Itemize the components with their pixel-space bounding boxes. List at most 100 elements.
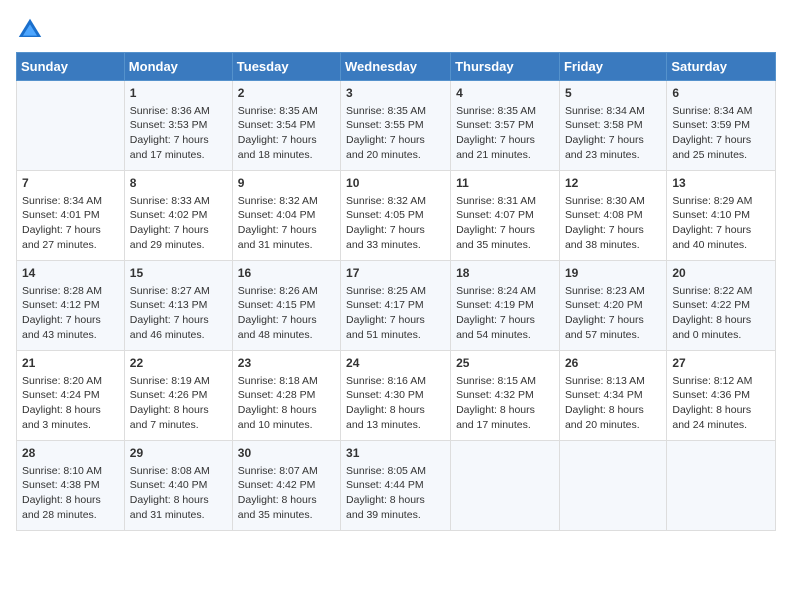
day-number: 8 <box>130 175 227 192</box>
day-number: 7 <box>22 175 119 192</box>
calendar-cell: 11 Sunrise: 8:31 AMSunset: 4:07 PMDayligh… <box>451 171 560 261</box>
page-header <box>16 16 776 44</box>
calendar-cell: 12 Sunrise: 8:30 AMSunset: 4:08 PMDayligh… <box>559 171 666 261</box>
day-info: Sunrise: 8:08 AMSunset: 4:40 PMDaylight:… <box>130 464 227 523</box>
header-cell-monday: Monday <box>124 53 232 81</box>
day-number: 26 <box>565 355 661 372</box>
day-info: Sunrise: 8:23 AMSunset: 4:20 PMDaylight:… <box>565 284 661 343</box>
calendar-cell: 14 Sunrise: 8:28 AMSunset: 4:12 PMDayligh… <box>17 261 125 351</box>
day-info: Sunrise: 8:30 AMSunset: 4:08 PMDaylight:… <box>565 194 661 253</box>
day-number: 19 <box>565 265 661 282</box>
day-number: 1 <box>130 85 227 102</box>
calendar-cell: 26 Sunrise: 8:13 AMSunset: 4:34 PMDayligh… <box>559 351 666 441</box>
day-info: Sunrise: 8:29 AMSunset: 4:10 PMDaylight:… <box>672 194 770 253</box>
calendar-cell: 30 Sunrise: 8:07 AMSunset: 4:42 PMDayligh… <box>232 441 340 531</box>
day-number: 20 <box>672 265 770 282</box>
calendar-cell: 9Sunrise: 8:32 AMSunset: 4:04 PMDaylight… <box>232 171 340 261</box>
day-number: 22 <box>130 355 227 372</box>
calendar-cell: 24 Sunrise: 8:16 AMSunset: 4:30 PMDayligh… <box>341 351 451 441</box>
day-number: 25 <box>456 355 554 372</box>
calendar-cell <box>17 81 125 171</box>
calendar-cell: 21 Sunrise: 8:20 AMSunset: 4:24 PMDayligh… <box>17 351 125 441</box>
day-number: 24 <box>346 355 445 372</box>
day-info: Sunrise: 8:34 AMSunset: 4:01 PMDaylight:… <box>22 194 119 253</box>
calendar-cell: 31Sunrise: 8:05 AMSunset: 4:44 PMDayligh… <box>341 441 451 531</box>
calendar-cell: 28 Sunrise: 8:10 AMSunset: 4:38 PMDayligh… <box>17 441 125 531</box>
week-row-0: 1Sunrise: 8:36 AMSunset: 3:53 PMDaylight… <box>17 81 776 171</box>
day-number: 5 <box>565 85 661 102</box>
calendar-cell: 15Sunrise: 8:27 AMSunset: 4:13 PMDayligh… <box>124 261 232 351</box>
day-info: Sunrise: 8:25 AMSunset: 4:17 PMDaylight:… <box>346 284 445 343</box>
day-number: 30 <box>238 445 335 462</box>
calendar-cell: 19 Sunrise: 8:23 AMSunset: 4:20 PMDayligh… <box>559 261 666 351</box>
day-number: 14 <box>22 265 119 282</box>
day-number: 2 <box>238 85 335 102</box>
calendar-cell: 4 Sunrise: 8:35 AMSunset: 3:57 PMDaylight… <box>451 81 560 171</box>
header-cell-sunday: Sunday <box>17 53 125 81</box>
day-info: Sunrise: 8:07 AMSunset: 4:42 PMDaylight:… <box>238 464 335 523</box>
day-number: 12 <box>565 175 661 192</box>
calendar-cell: 3 Sunrise: 8:35 AMSunset: 3:55 PMDaylight… <box>341 81 451 171</box>
day-number: 17 <box>346 265 445 282</box>
week-row-1: 7 Sunrise: 8:34 AMSunset: 4:01 PMDaylight… <box>17 171 776 261</box>
header-cell-tuesday: Tuesday <box>232 53 340 81</box>
day-info: Sunrise: 8:19 AMSunset: 4:26 PMDaylight:… <box>130 374 227 433</box>
calendar-cell: 17 Sunrise: 8:25 AMSunset: 4:17 PMDayligh… <box>341 261 451 351</box>
day-number: 4 <box>456 85 554 102</box>
day-number: 16 <box>238 265 335 282</box>
week-row-3: 21 Sunrise: 8:20 AMSunset: 4:24 PMDayligh… <box>17 351 776 441</box>
calendar-cell: 7 Sunrise: 8:34 AMSunset: 4:01 PMDaylight… <box>17 171 125 261</box>
day-info: Sunrise: 8:34 AMSunset: 3:59 PMDaylight:… <box>672 104 770 163</box>
calendar-cell <box>667 441 776 531</box>
day-number: 23 <box>238 355 335 372</box>
day-number: 15 <box>130 265 227 282</box>
day-info: Sunrise: 8:10 AMSunset: 4:38 PMDaylight:… <box>22 464 119 523</box>
calendar-cell: 29 Sunrise: 8:08 AMSunset: 4:40 PMDayligh… <box>124 441 232 531</box>
day-number: 3 <box>346 85 445 102</box>
day-info: Sunrise: 8:28 AMSunset: 4:12 PMDaylight:… <box>22 284 119 343</box>
header-row: SundayMondayTuesdayWednesdayThursdayFrid… <box>17 53 776 81</box>
calendar-cell: 8 Sunrise: 8:33 AMSunset: 4:02 PMDaylight… <box>124 171 232 261</box>
day-info: Sunrise: 8:24 AMSunset: 4:19 PMDaylight:… <box>456 284 554 343</box>
calendar-cell: 16 Sunrise: 8:26 AMSunset: 4:15 PMDayligh… <box>232 261 340 351</box>
day-info: Sunrise: 8:13 AMSunset: 4:34 PMDaylight:… <box>565 374 661 433</box>
logo-icon <box>16 16 44 44</box>
day-info: Sunrise: 8:15 AMSunset: 4:32 PMDaylight:… <box>456 374 554 433</box>
calendar-cell: 27 Sunrise: 8:12 AMSunset: 4:36 PMDayligh… <box>667 351 776 441</box>
day-info: Sunrise: 8:35 AMSunset: 3:55 PMDaylight:… <box>346 104 445 163</box>
day-number: 9 <box>238 175 335 192</box>
day-number: 6 <box>672 85 770 102</box>
logo <box>16 16 48 44</box>
day-info: Sunrise: 8:26 AMSunset: 4:15 PMDaylight:… <box>238 284 335 343</box>
day-info: Sunrise: 8:35 AMSunset: 3:57 PMDaylight:… <box>456 104 554 163</box>
day-number: 10 <box>346 175 445 192</box>
calendar-cell: 5 Sunrise: 8:34 AMSunset: 3:58 PMDaylight… <box>559 81 666 171</box>
week-row-4: 28 Sunrise: 8:10 AMSunset: 4:38 PMDayligh… <box>17 441 776 531</box>
day-number: 28 <box>22 445 119 462</box>
day-number: 27 <box>672 355 770 372</box>
day-info: Sunrise: 8:34 AMSunset: 3:58 PMDaylight:… <box>565 104 661 163</box>
day-info: Sunrise: 8:18 AMSunset: 4:28 PMDaylight:… <box>238 374 335 433</box>
calendar-cell: 13Sunrise: 8:29 AMSunset: 4:10 PMDayligh… <box>667 171 776 261</box>
calendar-cell: 25 Sunrise: 8:15 AMSunset: 4:32 PMDayligh… <box>451 351 560 441</box>
week-row-2: 14 Sunrise: 8:28 AMSunset: 4:12 PMDayligh… <box>17 261 776 351</box>
calendar-cell: 22 Sunrise: 8:19 AMSunset: 4:26 PMDayligh… <box>124 351 232 441</box>
calendar-table: SundayMondayTuesdayWednesdayThursdayFrid… <box>16 52 776 531</box>
day-info: Sunrise: 8:32 AMSunset: 4:05 PMDaylight:… <box>346 194 445 253</box>
day-info: Sunrise: 8:16 AMSunset: 4:30 PMDaylight:… <box>346 374 445 433</box>
day-info: Sunrise: 8:12 AMSunset: 4:36 PMDaylight:… <box>672 374 770 433</box>
day-number: 18 <box>456 265 554 282</box>
header-cell-friday: Friday <box>559 53 666 81</box>
day-info: Sunrise: 8:20 AMSunset: 4:24 PMDaylight:… <box>22 374 119 433</box>
day-info: Sunrise: 8:31 AMSunset: 4:07 PMDaylight:… <box>456 194 554 253</box>
day-info: Sunrise: 8:33 AMSunset: 4:02 PMDaylight:… <box>130 194 227 253</box>
day-number: 21 <box>22 355 119 372</box>
day-info: Sunrise: 8:22 AMSunset: 4:22 PMDaylight:… <box>672 284 770 343</box>
calendar-cell: 10 Sunrise: 8:32 AMSunset: 4:05 PMDayligh… <box>341 171 451 261</box>
calendar-cell: 1Sunrise: 8:36 AMSunset: 3:53 PMDaylight… <box>124 81 232 171</box>
calendar-cell: 6 Sunrise: 8:34 AMSunset: 3:59 PMDaylight… <box>667 81 776 171</box>
day-number: 29 <box>130 445 227 462</box>
day-number: 11 <box>456 175 554 192</box>
header-cell-thursday: Thursday <box>451 53 560 81</box>
calendar-cell <box>559 441 666 531</box>
